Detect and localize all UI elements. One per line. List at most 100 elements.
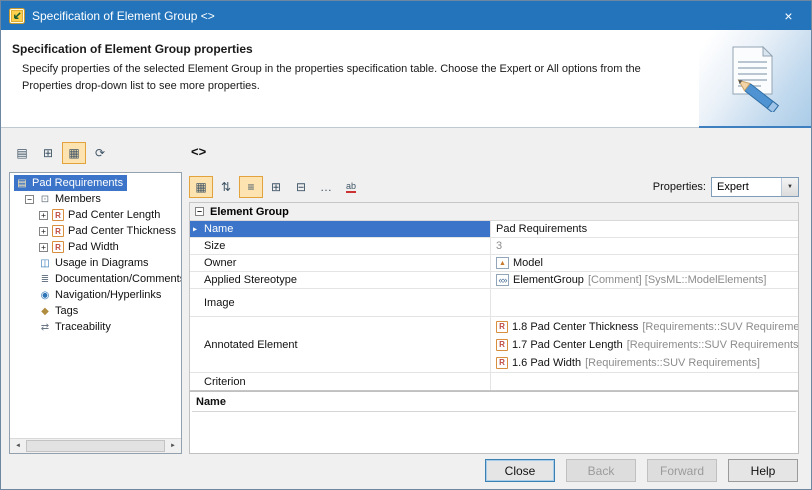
property-value-cell[interactable]: «» ElementGroup [Comment] [SysML::ModelE… [491,272,798,288]
property-value: ElementGroup [513,274,584,286]
property-row-name[interactable]: ▸ Name Pad Requirements [190,221,798,238]
property-label-cell: Owner [190,255,491,271]
expand-all-button[interactable]: ⊞ [264,176,288,198]
collapse-icon[interactable]: − [25,195,34,204]
tree-item-navigation-hyperlinks[interactable]: ◉ Navigation/Hyperlinks [10,287,181,303]
properties-mode-chooser: Properties: Expert ▼ [653,177,799,197]
property-value-cell[interactable]: Pad Requirements [491,221,798,237]
categorized-view-button[interactable]: ▦ [189,176,213,198]
property-row-applied-stereotype[interactable]: Applied Stereotype «» ElementGroup [Comm… [190,272,798,289]
annotated-element-item[interactable]: R 1.8 Pad Center Thickness [Requirements… [496,318,793,336]
scroll-left-button[interactable]: ◄ [10,439,26,453]
spelling-button[interactable]: ab [339,176,363,198]
properties-toolbar: ▦ ⇅ ≡ ⊞ ⊟ … ab Properties: Expert ▼ [189,174,799,200]
containment-view-icon: ▦ [68,146,79,160]
tree-item-pad-center-thickness[interactable]: + R Pad Center Thickness [10,223,181,239]
requirement-icon: R [52,241,64,253]
scroll-right-icon: ► [170,443,176,449]
property-row-annotated-element[interactable]: Annotated Element R 1.8 Pad Center Thick… [190,317,798,373]
tree-item-label: Pad Requirements [32,177,123,189]
usage-in-diagrams-icon: ◫ [38,257,52,270]
close-button[interactable]: Close [485,459,555,482]
tree-item-traceability[interactable]: ⇄ Traceability [10,319,181,335]
model-icon: ▲ [496,257,509,269]
expand-icon[interactable]: + [39,227,48,236]
annotated-element-qualifier: [Requirements::SUV Requiremen [642,321,798,333]
sort-alphabetically-icon: ⇅ [221,180,231,194]
tree-view-toolbar: ▤ ⊞ ▦ ⟳ [10,142,112,164]
description-separator [192,411,796,412]
property-value: Model [513,257,543,269]
close-window-button[interactable]: × [766,1,811,30]
property-value-cell[interactable]: R 1.8 Pad Center Thickness [Requirements… [491,317,798,372]
back-button[interactable]: Back [566,459,636,482]
titlebar[interactable]: Specification of Element Group <> × [1,1,811,30]
property-description-title: Name [190,392,798,411]
header-title: Specification of Element Group propertie… [12,42,253,56]
window-title: Specification of Element Group <> [32,9,215,23]
scroll-right-button[interactable]: ► [165,439,181,453]
tree-selection: ▤ Pad Requirements [14,175,127,191]
tree-item-label: Members [55,193,101,205]
property-row-owner[interactable]: Owner ▲ Model [190,255,798,272]
close-icon: × [784,8,792,24]
tree-item-pad-width[interactable]: + R Pad Width [10,239,181,255]
tree-item-documentation-comments[interactable]: ≣ Documentation/Comments [10,271,181,287]
property-description-panel: Name [189,391,799,454]
element-group-icon: ▤ [15,177,29,190]
tree-item-usage-in-diagrams[interactable]: ◫ Usage in Diagrams [10,255,181,271]
property-value-cell[interactable]: 3 [491,238,798,254]
refresh-icon: ⟳ [95,146,105,160]
section-header-element-group[interactable]: − Element Group [190,203,798,221]
sort-alphabetically-button[interactable]: ⇅ [214,176,238,198]
property-row-image[interactable]: Image [190,289,798,317]
collapse-all-button[interactable]: ⊟ [289,176,313,198]
documentation-icon: ≣ [38,273,52,286]
tree-item-label: Usage in Diagrams [55,257,149,269]
flat-view-button[interactable]: ▤ [10,142,34,164]
requirement-icon: R [496,339,508,351]
property-value-cell[interactable] [491,373,798,390]
requirement-icon: R [52,209,64,221]
expand-icon[interactable]: + [39,211,48,220]
refresh-button[interactable]: ⟳ [88,142,112,164]
tree-item-label: Navigation/Hyperlinks [55,289,161,301]
show-description-button[interactable]: ≡ [239,176,263,198]
help-button[interactable]: Help [728,459,798,482]
collapse-all-icon: ⊟ [296,180,306,194]
tree-horizontal-scrollbar[interactable]: ◄ ► [10,438,181,453]
tree-item-tags[interactable]: ◆ Tags [10,303,181,319]
expand-all-icon: ⊞ [271,180,281,194]
property-label-cell: Annotated Element [190,317,491,372]
tree-item-label: Pad Width [68,241,119,253]
more-options-icon: … [320,180,332,194]
property-row-size[interactable]: Size 3 [190,238,798,255]
properties-mode-select[interactable]: Expert ▼ [711,177,799,197]
tree-item-label: Pad Center Thickness [68,225,176,237]
scrollbar-thumb[interactable] [26,440,165,452]
property-label: Annotated Element [204,339,298,351]
properties-mode-value: Expert [712,181,781,193]
property-row-criterion[interactable]: Criterion [190,373,798,390]
tree-item-pad-requirements[interactable]: ▤ Pad Requirements [10,175,181,191]
collapse-icon[interactable]: − [195,207,204,216]
members-icon: ⊡ [38,193,52,206]
tree-item-label: Tags [55,305,78,317]
tree-item-pad-center-length[interactable]: + R Pad Center Length [10,207,181,223]
annotated-element-item[interactable]: R 1.7 Pad Center Length [Requirements::S… [496,336,793,354]
annotated-element-item[interactable]: R 1.6 Pad Width [Requirements::SUV Requi… [496,354,793,372]
forward-button[interactable]: Forward [647,459,717,482]
tree-view-button[interactable]: ⊞ [36,142,60,164]
tree-item-members[interactable]: − ⊡ Members [10,191,181,207]
flat-view-icon: ▤ [16,146,27,160]
property-value-cell[interactable] [491,289,798,316]
property-label-cell: ▸ Name [190,221,491,237]
more-options-button[interactable]: … [314,176,338,198]
containment-view-button[interactable]: ▦ [62,142,86,164]
scrollbar-track[interactable] [26,439,165,453]
expand-icon[interactable]: + [39,243,48,252]
properties-table: − Element Group ▸ Name Pad Requirements … [189,202,799,391]
properties-label: Properties: [653,181,706,193]
specification-dialog: Specification of Element Group <> × Spec… [0,0,812,490]
property-value-cell[interactable]: ▲ Model [491,255,798,271]
